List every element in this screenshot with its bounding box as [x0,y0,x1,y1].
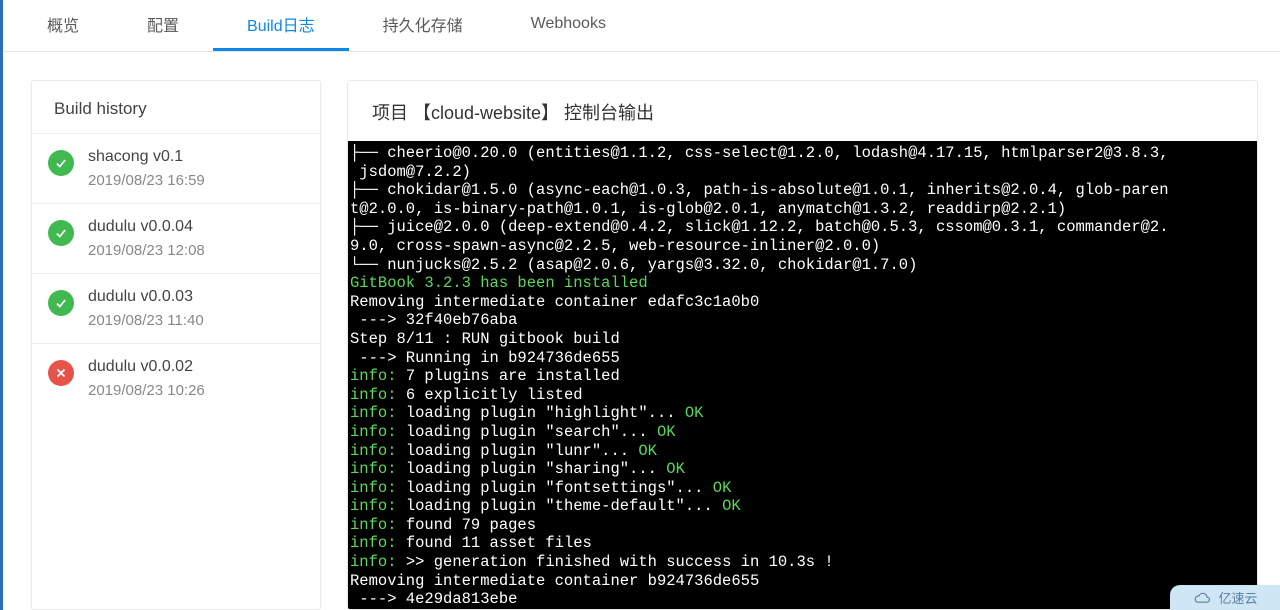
tab-config[interactable]: 配置 [113,0,213,51]
console-title: 项目 【cloud-website】 控制台输出 [348,81,1257,141]
build-history-title: Build history [32,81,320,133]
tab-overview[interactable]: 概览 [13,0,113,51]
check-icon [48,150,74,176]
console-output: ├── cheerio@0.20.0 (entities@1.1.2, css-… [348,141,1257,609]
history-time: 2019/08/23 11:40 [88,312,204,329]
history-time: 2019/08/23 12:08 [88,242,205,259]
history-version: dudulu v0.0.03 [88,288,204,306]
console-panel: 项目 【cloud-website】 控制台输出 ├── cheerio@0.2… [347,80,1258,610]
tabs-bar: 概览 配置 Build日志 持久化存储 Webhooks [3,0,1280,52]
history-time: 2019/08/23 10:26 [88,382,205,399]
history-item[interactable]: shacong v0.1 2019/08/23 16:59 [32,133,320,203]
history-time: 2019/08/23 16:59 [88,172,205,189]
history-item[interactable]: dudulu v0.0.02 2019/08/23 10:26 [32,343,320,413]
check-icon [48,220,74,246]
content-area: Build history shacong v0.1 2019/08/23 16:… [3,52,1280,610]
cloud-icon [1192,591,1212,605]
history-version: dudulu v0.0.02 [88,358,205,376]
build-history-panel: Build history shacong v0.1 2019/08/23 16:… [31,80,321,610]
history-item[interactable]: dudulu v0.0.04 2019/08/23 12:08 [32,203,320,273]
tab-webhooks[interactable]: Webhooks [497,0,640,51]
tab-buildlog[interactable]: Build日志 [213,0,349,51]
history-version: shacong v0.1 [88,148,205,166]
tab-storage[interactable]: 持久化存储 [349,0,497,51]
close-icon [48,360,74,386]
history-version: dudulu v0.0.04 [88,218,205,236]
check-icon [48,290,74,316]
watermark: 亿速云 [1170,585,1280,610]
history-item[interactable]: dudulu v0.0.03 2019/08/23 11:40 [32,273,320,343]
watermark-text: 亿速云 [1218,588,1257,607]
